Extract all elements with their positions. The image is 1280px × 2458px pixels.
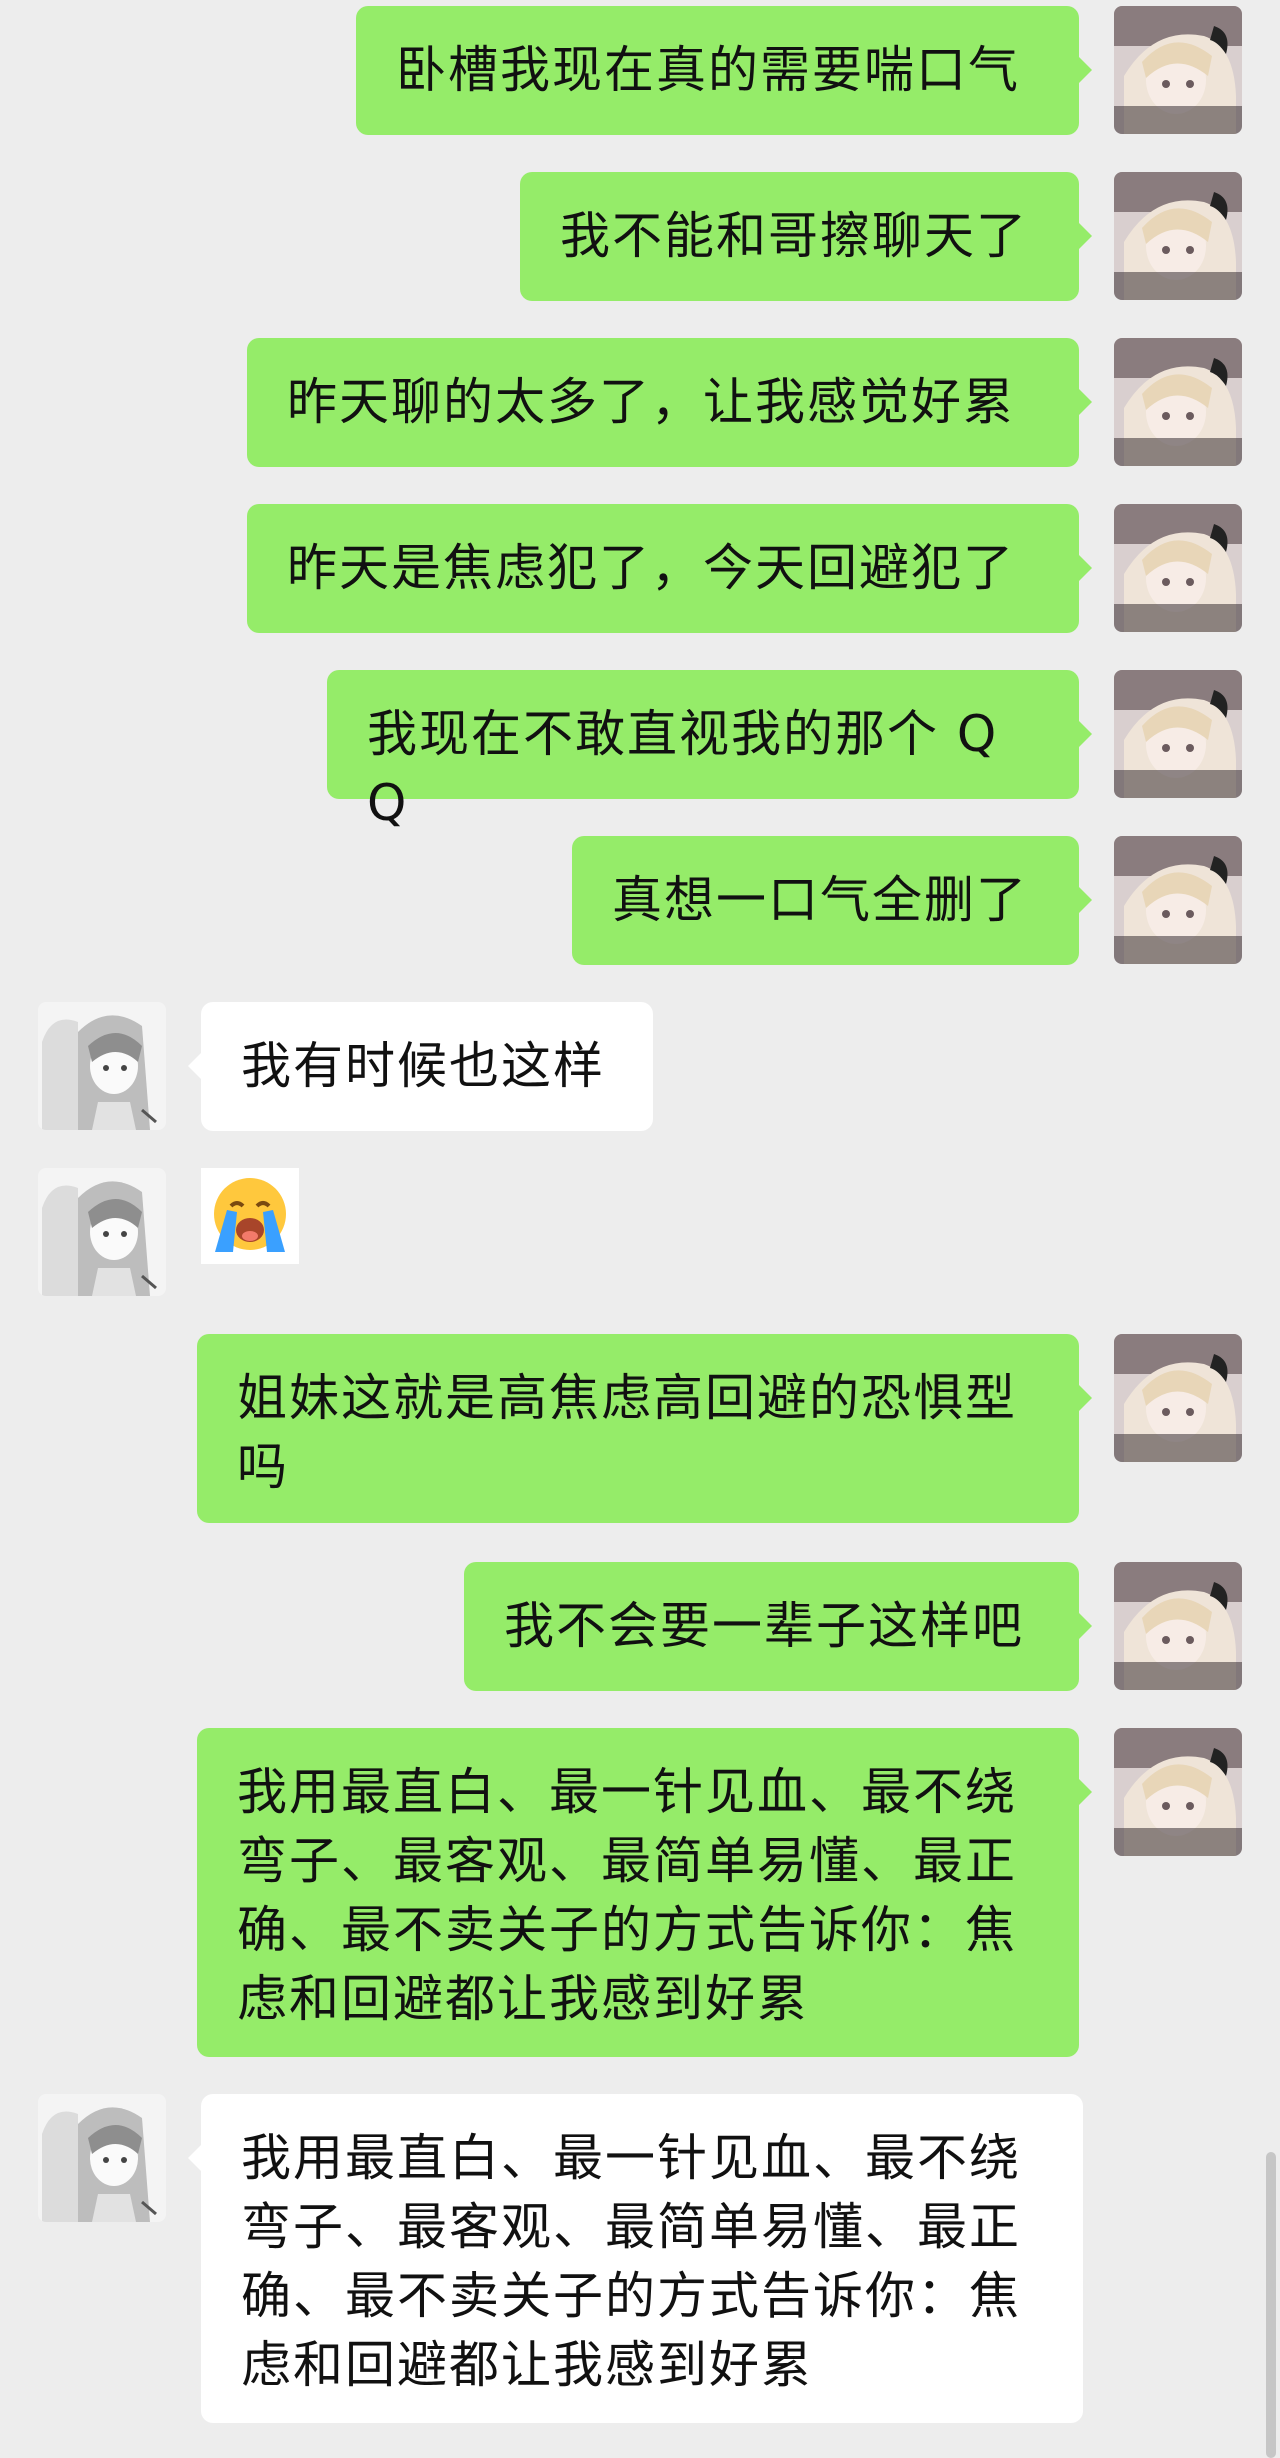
my-avatar[interactable] (1114, 1562, 1242, 1690)
incoming-message: 我用最直白、最一针见血、最不绕弯子、最客观、最简单易懂、最正确、最不卖关子的方式… (0, 2094, 1280, 2423)
outgoing-message: 我现在不敢直视我的那个 QQ (0, 670, 1280, 832)
contact-avatar[interactable] (38, 2094, 166, 2222)
outgoing-message: 卧槽我现在真的需要喘口气 (0, 6, 1280, 135)
my-avatar[interactable] (1114, 338, 1242, 466)
contact-avatar[interactable] (38, 1168, 166, 1296)
message-bubble[interactable]: 我不能和哥擦聊天了 (520, 172, 1092, 301)
my-avatar[interactable] (1114, 504, 1242, 632)
incoming-message: 我有时候也这样 (0, 1002, 1280, 1131)
contact-avatar[interactable] (38, 1002, 166, 1130)
my-avatar[interactable] (1114, 670, 1242, 798)
crying-face-emoji-icon[interactable] (201, 1168, 299, 1264)
message-bubble[interactable]: 昨天聊的太多了，让我感觉好累 (247, 338, 1092, 467)
my-avatar[interactable] (1114, 172, 1242, 300)
outgoing-message: 我不会要一辈子这样吧 (0, 1562, 1280, 1691)
chat-message-list[interactable]: 卧槽我现在真的需要喘口气我不能和哥擦聊天了昨天聊的太多了，让我感觉好累 昨天是焦虑… (0, 0, 1280, 2458)
my-avatar[interactable] (1114, 6, 1242, 134)
my-avatar[interactable] (1114, 1728, 1242, 1856)
outgoing-message: 我不能和哥擦聊天了 (0, 172, 1280, 301)
message-bubble[interactable]: 卧槽我现在真的需要喘口气 (356, 6, 1092, 135)
my-avatar[interactable] (1114, 1334, 1242, 1462)
message-bubble[interactable]: 我不会要一辈子这样吧 (464, 1562, 1092, 1691)
message-bubble[interactable]: 我现在不敢直视我的那个 QQ (327, 670, 1092, 832)
message-bubble[interactable]: 我用最直白、最一针见血、最不绕弯子、最客观、最简单易懂、最正确、最不卖关子的方式… (197, 1728, 1092, 2057)
outgoing-message: 昨天聊的太多了，让我感觉好累 (0, 338, 1280, 467)
message-bubble[interactable]: 真想一口气全删了 (572, 836, 1092, 965)
scrollbar-thumb[interactable] (1266, 2152, 1276, 2458)
outgoing-message: 真想一口气全删了 (0, 836, 1280, 965)
message-bubble[interactable]: 姐妹这就是高焦虑高回避的恐惧型吗 (197, 1334, 1092, 1523)
message-bubble[interactable]: 我有时候也这样 (188, 1002, 653, 1131)
message-bubble[interactable]: 我用最直白、最一针见血、最不绕弯子、最客观、最简单易懂、最正确、最不卖关子的方式… (188, 2094, 1083, 2423)
message-bubble[interactable]: 昨天是焦虑犯了，今天回避犯了 (247, 504, 1092, 633)
outgoing-message: 我用最直白、最一针见血、最不绕弯子、最客观、最简单易懂、最正确、最不卖关子的方式… (0, 1728, 1280, 2057)
incoming-message (0, 1168, 1280, 1296)
outgoing-message: 昨天是焦虑犯了，今天回避犯了 (0, 504, 1280, 633)
outgoing-message: 姐妹这就是高焦虑高回避的恐惧型吗 (0, 1334, 1280, 1523)
my-avatar[interactable] (1114, 836, 1242, 964)
